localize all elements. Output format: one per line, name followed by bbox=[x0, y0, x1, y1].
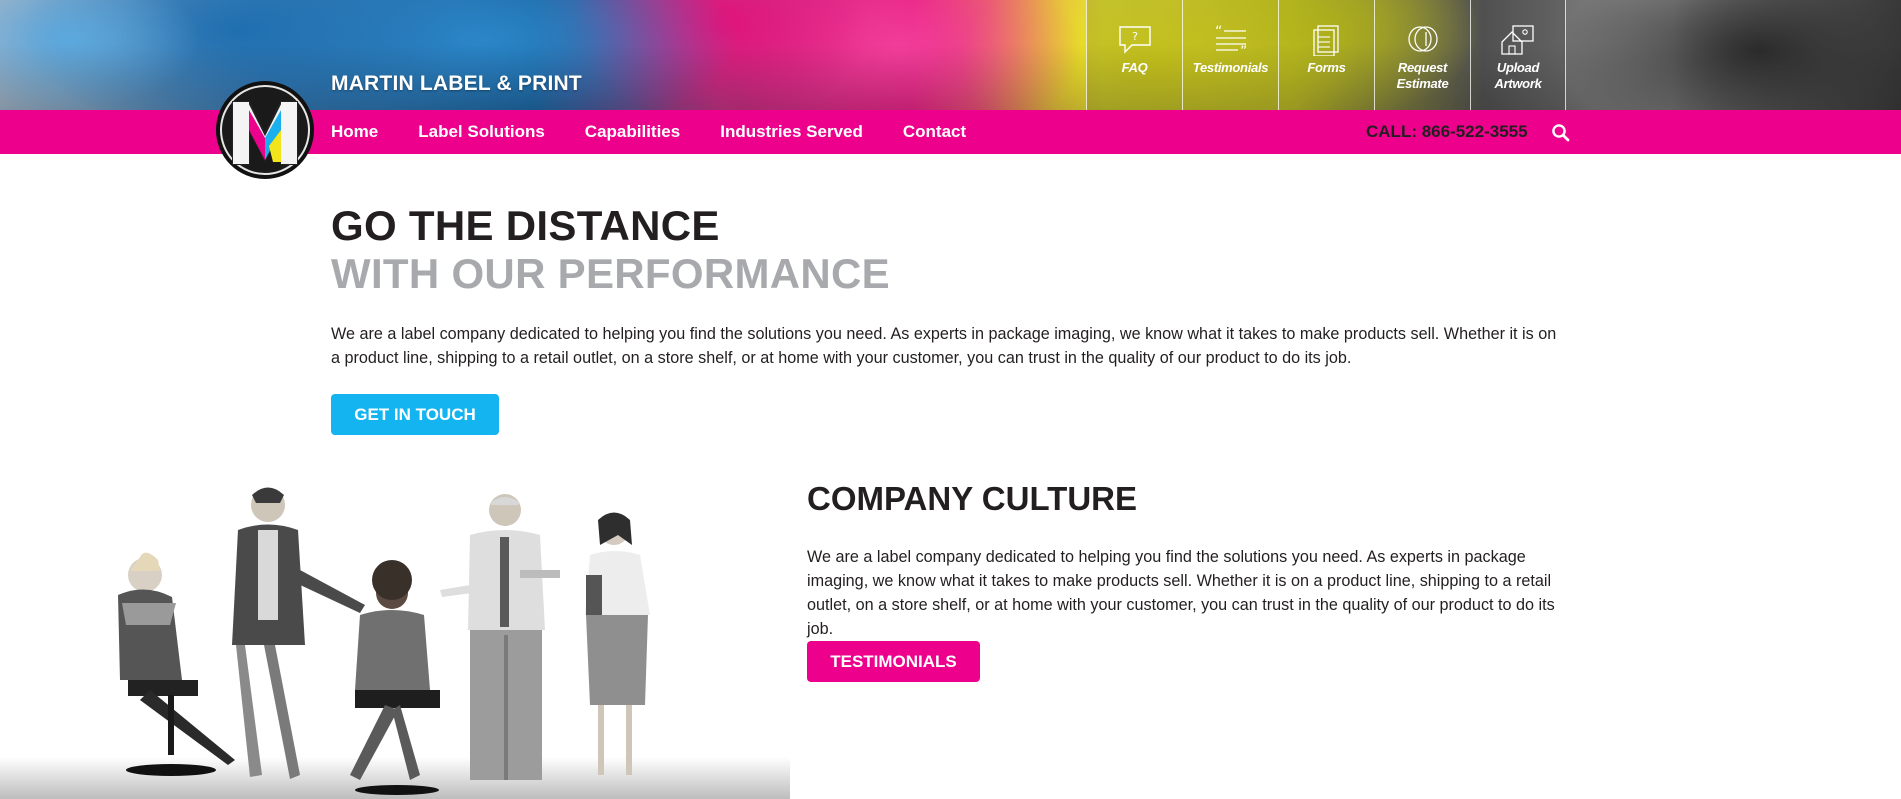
request-estimate-label: Request Estimate bbox=[1396, 60, 1449, 91]
hero-heading-line1: GO THE DISTANCE bbox=[331, 202, 720, 249]
upload-artwork-link[interactable]: Upload Artwork bbox=[1470, 0, 1566, 110]
nav-contact[interactable]: Contact bbox=[903, 122, 966, 142]
faq-label: FAQ bbox=[1121, 60, 1148, 75]
quick-links: ? FAQ “ ” Testimonials Forms Request Est… bbox=[1086, 0, 1566, 110]
faq-bubble-icon: ? bbox=[1118, 26, 1151, 54]
quote-icon: “ ” bbox=[1215, 24, 1247, 56]
testimonials-button[interactable]: TESTIMONIALS bbox=[807, 641, 980, 682]
company-logo[interactable] bbox=[213, 80, 317, 180]
upload-artwork-icon bbox=[1501, 25, 1534, 55]
company-culture-description: We are a label company dedicated to help… bbox=[807, 548, 1555, 638]
nav-items: Home Label Solutions Capabilities Indust… bbox=[331, 110, 966, 154]
nav-home[interactable]: Home bbox=[331, 122, 378, 142]
hero-heading-line2: WITH OUR PERFORMANCE bbox=[331, 250, 890, 297]
forms-link[interactable]: Forms bbox=[1278, 0, 1374, 110]
request-estimate-link[interactable]: Request Estimate bbox=[1374, 0, 1470, 110]
svg-text:?: ? bbox=[1132, 30, 1138, 43]
testimonials-link[interactable]: “ ” Testimonials bbox=[1182, 0, 1278, 110]
testimonials-label: Testimonials bbox=[1192, 60, 1269, 75]
team-photo bbox=[0, 487, 790, 799]
get-in-touch-button[interactable]: GET IN TOUCH bbox=[331, 394, 499, 435]
forms-icon bbox=[1312, 25, 1339, 56]
upload-artwork-label: Upload Artwork bbox=[1494, 60, 1542, 91]
nav-label-solutions[interactable]: Label Solutions bbox=[418, 122, 545, 142]
search-icon bbox=[1552, 124, 1570, 142]
call-phone-link[interactable]: CALL: 866-522-3555 bbox=[1366, 122, 1528, 142]
svg-text:”: ” bbox=[1240, 44, 1247, 56]
nav-industries-served[interactable]: Industries Served bbox=[720, 122, 863, 142]
company-culture-heading: COMPANY CULTURE bbox=[807, 480, 1137, 517]
brand-name[interactable]: MARTIN LABEL & PRINT bbox=[331, 72, 582, 96]
hero-description: We are a label company dedicated to help… bbox=[331, 325, 1557, 367]
estimate-coin-icon bbox=[1407, 26, 1438, 52]
search-button[interactable] bbox=[1550, 122, 1572, 144]
forms-label: Forms bbox=[1307, 60, 1346, 75]
faq-link[interactable]: ? FAQ bbox=[1086, 0, 1182, 110]
nav-capabilities[interactable]: Capabilities bbox=[585, 122, 680, 142]
